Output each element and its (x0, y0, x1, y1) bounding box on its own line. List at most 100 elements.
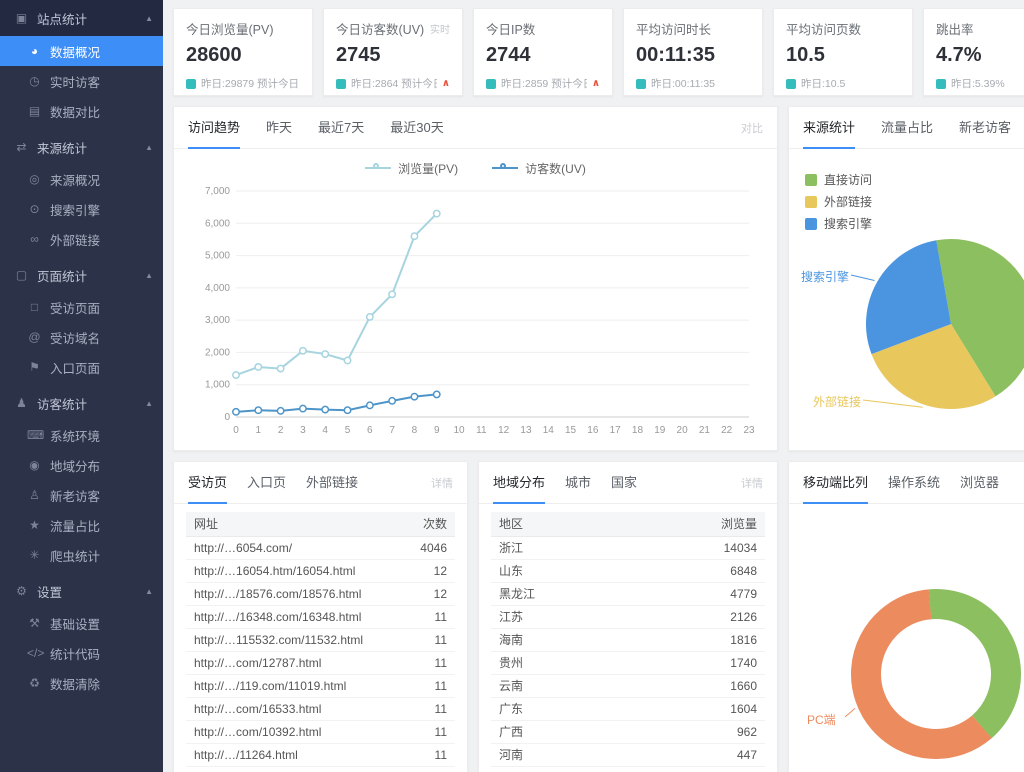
visit-trend-panel: 访问趋势昨天最近7天最近30天 对比 浏览量(PV)访客数(UV) 01,000… (173, 106, 778, 451)
cell-primary: 海南 (491, 629, 703, 651)
tab-entry-pages[interactable]: 入口页 (247, 462, 286, 504)
sidebar-item-source-overview[interactable]: ◎ 来源概况 (0, 164, 163, 194)
svg-text:19: 19 (654, 425, 666, 436)
tab-yesterday[interactable]: 昨天 (266, 107, 292, 149)
sidebar-item-settings[interactable]: ⚙设置▲ (0, 574, 163, 608)
source-overview-icon: ◎ (27, 172, 42, 186)
system-environment-icon: ⌨ (27, 428, 42, 442)
cell-value: 11 (393, 698, 455, 720)
visitor-statistics-icon: ♟ (14, 396, 29, 410)
tab-last-7-days[interactable]: 最近7天 (318, 107, 364, 149)
stat-card-pv: 今日浏览量(PV)28600昨日:29879 预计今日:70780 (173, 8, 313, 96)
sidebar-item-search-engine[interactable]: ⊙搜索引擎 (0, 194, 163, 224)
table-row[interactable]: 海南1816 (491, 629, 765, 652)
sidebar-item-label: 访客统计 (37, 394, 137, 413)
cell-value: 12 (393, 583, 455, 605)
sidebar-item-visited-pages[interactable]: □受访页面 (0, 292, 163, 322)
region-detail-link[interactable]: 详情 (741, 475, 763, 491)
svg-text:6: 6 (367, 425, 373, 436)
table-row[interactable]: 云南1660 (491, 675, 765, 698)
svg-text:0: 0 (224, 412, 230, 423)
sidebar-item-data-overview[interactable]: ◕数据概况 (0, 36, 163, 66)
column-header: 浏览量 (703, 512, 765, 536)
sidebar-item-new-old-visitors[interactable]: ♙新老访客 (0, 480, 163, 510)
legend-label: 搜索引擎 (824, 215, 872, 232)
table-row[interactable]: http://…/119.com/11019.html11 (186, 675, 455, 698)
table-header-row: 地区浏览量 (491, 512, 765, 537)
sidebar-item-data-compare[interactable]: ▤数据对比 (0, 96, 163, 126)
sidebar-item-region-distribution[interactable]: ◉地域分布 (0, 450, 163, 480)
tab-browser[interactable]: 浏览器 (960, 462, 999, 504)
sidebar-item-source-statistics[interactable]: ⇄来源统计▲ (0, 130, 163, 164)
tab-last-30-days[interactable]: 最近30天 (390, 107, 443, 149)
table-row[interactable]: 浙江14034 (491, 537, 765, 560)
svg-text:4: 4 (322, 425, 328, 436)
tab-country[interactable]: 国家 (611, 462, 637, 504)
sidebar-item-system-environment[interactable]: ⌨系统环境 (0, 420, 163, 450)
table-row[interactable]: http://…com/10392.html11 (186, 721, 455, 744)
stat-card-pages: 平均访问页数10.5昨日:10.5 (773, 8, 913, 96)
sidebar-item-site-statistics[interactable]: ▣站点统计▲ (0, 0, 163, 36)
table-row[interactable]: http://…115532.com/11532.html11 (186, 629, 455, 652)
sidebar-item-entry-pages[interactable]: ⚑入口页面 (0, 352, 163, 382)
cell-primary: http://…/11264.html (186, 744, 393, 766)
table-row[interactable]: http://…/16348.com/16348.html11 (186, 606, 455, 629)
column-header: 次数 (393, 512, 455, 536)
table-row[interactable]: http://…/18576.com/18576.html12 (186, 583, 455, 606)
sidebar-item-traffic-share[interactable]: ★流量占比 (0, 510, 163, 540)
cell-primary: http://…com/12787.html (186, 652, 393, 674)
calendar-icon (636, 79, 646, 89)
tab-visit-trend[interactable]: 访问趋势 (188, 107, 240, 149)
cell-value: 4046 (393, 537, 455, 559)
device-panel-header: 移动端比列操作系统浏览器 (789, 462, 1024, 504)
legend-item-pv[interactable]: 浏览量(PV) (365, 160, 458, 177)
sidebar: ▣站点统计▲◕数据概况◷实时访客▤数据对比 ⇄来源统计▲ ◎ 来源概况 ⊙搜索引擎∞外部… (0, 0, 163, 772)
cell-value: 11 (393, 721, 455, 743)
table-row[interactable]: http://…6054.com/4046 (186, 537, 455, 560)
sidebar-item-data-clear[interactable]: ♻数据清除 (0, 668, 163, 698)
table-row[interactable]: 广西962 (491, 721, 765, 744)
table-row[interactable]: 黑龙江4779 (491, 583, 765, 606)
sidebar-item-crawler-statistics[interactable]: ✳爬虫统计 (0, 540, 163, 570)
table-row[interactable]: 山东6848 (491, 560, 765, 583)
tab-region-distribution[interactable]: 地域分布 (493, 462, 545, 504)
table-row[interactable]: http://…16054.htm/16054.html12 (186, 560, 455, 583)
sidebar-item-page-statistics[interactable]: ▢页面统计▲ (0, 258, 163, 292)
table-row[interactable]: 广东1604 (491, 698, 765, 721)
source-statistics-icon: ⇄ (14, 140, 29, 154)
table-row[interactable]: 河南447 (491, 744, 765, 767)
sidebar-item-tracking-code[interactable]: </>统计代码 (0, 638, 163, 668)
cell-primary: 贵州 (491, 652, 703, 674)
legend-swatch-icon (805, 218, 817, 230)
legend-item: 外部链接 (805, 193, 872, 210)
legend-item-uv[interactable]: 访客数(UV) (492, 160, 586, 177)
sidebar-item-label: 入口页面 (50, 358, 153, 377)
table-row[interactable]: http://…/11264.html11 (186, 744, 455, 767)
sidebar-item-basic-settings[interactable]: ⚒基础设置 (0, 608, 163, 638)
region-distribution-panel: 地域分布城市国家 详情 地区浏览量浙江14034山东6848黑龙江4779江苏2… (478, 461, 778, 772)
sidebar-item-visitor-statistics[interactable]: ♟访客统计▲ (0, 386, 163, 420)
tab-source-stats[interactable]: 来源统计 (803, 107, 855, 149)
tab-traffic-share[interactable]: 流量占比 (881, 107, 933, 149)
tab-city[interactable]: 城市 (565, 462, 591, 504)
svg-text:0: 0 (233, 425, 239, 436)
table-row[interactable]: 贵州1740 (491, 652, 765, 675)
tab-external-links[interactable]: 外部链接 (306, 462, 358, 504)
sidebar-item-realtime-visitors[interactable]: ◷实时访客 (0, 66, 163, 96)
tab-operating-system[interactable]: 操作系统 (888, 462, 940, 504)
sidebar-item-label: 来源概况 (50, 170, 153, 189)
pages-detail-link[interactable]: 详情 (431, 475, 453, 491)
compare-link[interactable]: 对比 (741, 120, 763, 136)
tab-visited-pages[interactable]: 受访页 (188, 462, 227, 504)
sidebar-item-external-links[interactable]: ∞外部链接 (0, 224, 163, 254)
sidebar-item-label: 受访页面 (50, 298, 153, 317)
tab-mobile-ratio[interactable]: 移动端比列 (803, 462, 868, 504)
sidebar-item-visited-domains[interactable]: @受访域名 (0, 322, 163, 352)
region-distribution-icon: ◉ (27, 458, 42, 472)
table-row[interactable]: http://…com/16533.html11 (186, 698, 455, 721)
table-row[interactable]: 江苏2126 (491, 606, 765, 629)
legend-label: 直接访问 (824, 171, 872, 188)
cell-primary: http://…16054.htm/16054.html (186, 560, 393, 582)
table-row[interactable]: http://…com/12787.html11 (186, 652, 455, 675)
tab-new-old-visitors[interactable]: 新老访客 (959, 107, 1011, 149)
